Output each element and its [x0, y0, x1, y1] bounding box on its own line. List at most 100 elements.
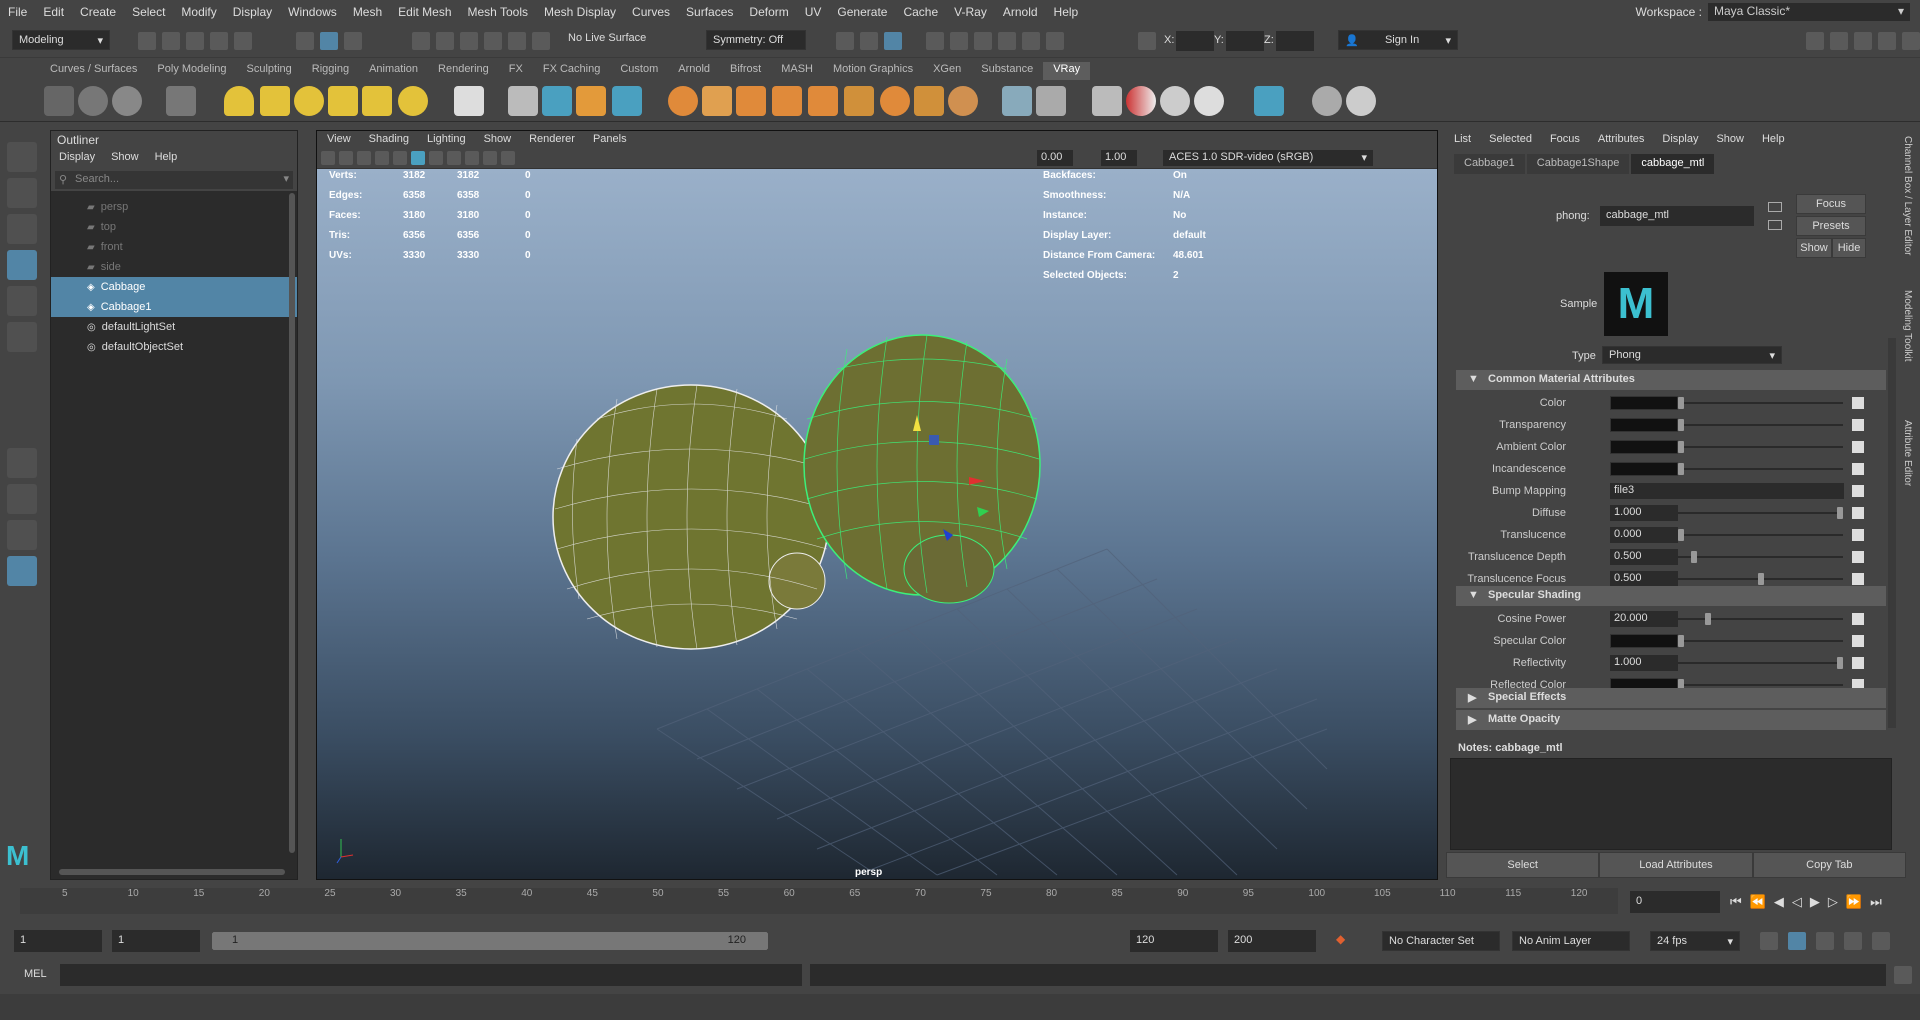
attr-slider[interactable] [1678, 635, 1843, 647]
sphere-light-icon[interactable] [294, 86, 324, 116]
select-hierarchy-icon[interactable] [296, 32, 314, 50]
map-button-icon[interactable] [1852, 441, 1864, 453]
lights-icon[interactable] [447, 151, 461, 165]
menu-display[interactable]: Display [225, 5, 280, 19]
special-effects-section[interactable]: ▶ Special Effects [1456, 688, 1886, 708]
new-scene-icon[interactable] [138, 32, 156, 50]
slider-knob[interactable] [1678, 441, 1684, 453]
menu-generate[interactable]: Generate [829, 5, 895, 19]
four-view-icon[interactable] [7, 484, 37, 514]
attr-button-load-attributes[interactable]: Load Attributes [1599, 852, 1753, 878]
step-back-icon[interactable]: ⏪ [1750, 894, 1766, 910]
outliner-menu-display[interactable]: Display [59, 151, 95, 167]
range-bar[interactable]: 1 120 [212, 932, 768, 950]
slider-knob[interactable] [1678, 529, 1684, 541]
gear-icon[interactable] [948, 86, 978, 116]
menu-edit[interactable]: Edit [35, 5, 72, 19]
attr-button-select[interactable]: Select [1446, 852, 1600, 878]
command-input[interactable] [60, 964, 802, 986]
menu-arnold[interactable]: Arnold [995, 5, 1046, 19]
shelf-tab-rigging[interactable]: Rigging [302, 62, 359, 80]
tool-settings-icon[interactable] [1878, 32, 1896, 50]
x-coord-field[interactable] [1176, 31, 1214, 51]
shelf-tab-custom[interactable]: Custom [610, 62, 668, 80]
outliner-item[interactable]: ▰ front [51, 237, 297, 257]
snap-view-icon[interactable] [484, 32, 502, 50]
slider-knob[interactable] [1690, 551, 1697, 563]
menu-cache[interactable]: Cache [895, 5, 946, 19]
textured-icon[interactable] [429, 151, 443, 165]
clipper-icon[interactable] [880, 86, 910, 116]
slider-knob[interactable] [1678, 463, 1684, 475]
outliner-item[interactable]: ◈ Cabbage [51, 277, 297, 297]
attr-slider[interactable] [1678, 441, 1843, 453]
outliner-menu-show[interactable]: Show [111, 151, 139, 167]
color-swatch[interactable] [1610, 418, 1678, 432]
move-tool-icon[interactable] [7, 250, 37, 280]
paint-select-icon[interactable] [7, 214, 37, 244]
attr-menu-list[interactable]: List [1454, 133, 1471, 147]
lasso-tool-icon[interactable] [7, 178, 37, 208]
two-view-icon[interactable] [7, 520, 37, 550]
camera-icon[interactable] [321, 151, 335, 165]
shelf-tab-arnold[interactable]: Arnold [668, 62, 720, 80]
side-tab[interactable]: Attribute Editor [1902, 420, 1913, 486]
loop-icon[interactable] [1760, 932, 1778, 950]
map-button-icon[interactable] [1852, 485, 1864, 497]
viewport-menu-shading[interactable]: Shading [369, 133, 409, 147]
palette-icon[interactable] [1194, 86, 1224, 116]
outliner-item[interactable]: ▰ side [51, 257, 297, 277]
menu-deform[interactable]: Deform [741, 5, 796, 19]
mesh-light-icon[interactable] [328, 86, 358, 116]
slider-knob[interactable] [1705, 613, 1712, 625]
viewport-menu-renderer[interactable]: Renderer [529, 133, 575, 147]
single-view-icon[interactable] [7, 448, 37, 478]
attr-slider[interactable] [1678, 397, 1843, 409]
slider-knob[interactable] [1678, 635, 1684, 647]
pause-icon[interactable] [1046, 32, 1064, 50]
map-button-icon[interactable] [1852, 463, 1864, 475]
outliner-search-input[interactable]: ⚲ Search... ▾ [55, 171, 293, 189]
bookmark-icon[interactable] [339, 151, 353, 165]
cache-icon[interactable] [1788, 932, 1806, 950]
isolate-icon[interactable] [483, 151, 497, 165]
attr-slider[interactable] [1678, 613, 1843, 625]
attr-menu-attributes[interactable]: Attributes [1598, 133, 1644, 147]
displacement-icon[interactable] [702, 86, 732, 116]
side-tab[interactable]: Channel Box / Layer Editor [1902, 136, 1913, 256]
ipr-render-icon[interactable] [884, 32, 902, 50]
outliner-menu-help[interactable]: Help [155, 151, 178, 167]
outliner-item[interactable]: ▰ persp [51, 197, 297, 217]
color-picker-icon[interactable] [1126, 86, 1156, 116]
menu-v-ray[interactable]: V-Ray [946, 5, 995, 19]
presets-button[interactable]: Presets [1796, 216, 1866, 236]
shelf-tab-bifrost[interactable]: Bifrost [720, 62, 771, 80]
scene-import-icon[interactable] [612, 86, 642, 116]
grass-icon[interactable] [736, 86, 766, 116]
attr-slider[interactable] [1678, 529, 1843, 541]
attr-number-field[interactable]: 0.000 [1610, 527, 1678, 543]
fur-icon[interactable] [668, 86, 698, 116]
attr-number-field[interactable]: 1.000 [1610, 655, 1678, 671]
live-surface-field[interactable]: No Live Surface [568, 32, 646, 44]
map-button-icon[interactable] [1852, 657, 1864, 669]
z-coord-field[interactable] [1276, 31, 1314, 51]
render-elements-icon[interactable] [914, 86, 944, 116]
snap-grid-icon[interactable] [412, 32, 430, 50]
channel-box-icon[interactable] [1902, 32, 1920, 50]
rotate-tool-icon[interactable] [7, 286, 37, 316]
attr-text-field[interactable]: file3 [1610, 483, 1844, 499]
plane-icon[interactable] [454, 86, 484, 116]
snap-point-icon[interactable] [460, 32, 478, 50]
shader-balls-icon[interactable] [1160, 86, 1190, 116]
type-dropdown[interactable]: Phong ▾ [1602, 346, 1782, 364]
material-icon[interactable] [1002, 86, 1032, 116]
auto-key-icon[interactable]: ◆ [1336, 932, 1345, 946]
rect-light-icon[interactable] [260, 86, 290, 116]
y-coord-field[interactable] [1226, 31, 1264, 51]
outliner-item[interactable]: ▰ top [51, 217, 297, 237]
smooth-shade-icon[interactable] [411, 151, 425, 165]
color-swatch[interactable] [1610, 396, 1678, 410]
attr-menu-show[interactable]: Show [1716, 133, 1744, 147]
undo-icon[interactable] [210, 32, 228, 50]
